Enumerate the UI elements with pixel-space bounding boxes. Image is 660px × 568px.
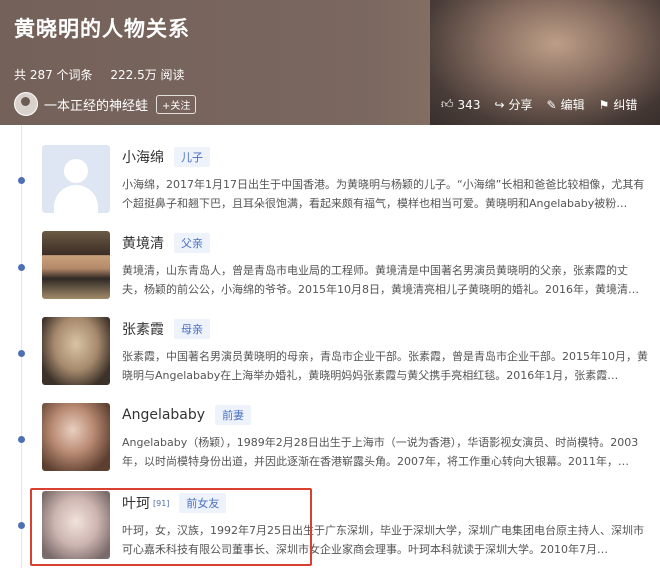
name-row: 黄境清 父亲 xyxy=(122,233,210,253)
like-count: 343 xyxy=(457,97,481,112)
avatar[interactable] xyxy=(14,92,38,116)
timeline-dot xyxy=(18,350,25,357)
highlight-box xyxy=(30,488,312,566)
flag-icon: ⚑ xyxy=(598,97,610,112)
read-count: 222.5万 阅读 xyxy=(110,68,185,82)
relation-tag: 父亲 xyxy=(174,233,210,253)
person-photo[interactable] xyxy=(42,317,110,385)
edit-label: 编辑 xyxy=(560,98,585,112)
timeline-dot xyxy=(18,177,25,184)
relation-tag: 儿子 xyxy=(174,147,210,167)
person-description: 小海绵，2017年1月17日出生于中国香港。为黄晓明与杨颖的儿子。“小海绵”长相… xyxy=(122,178,645,210)
person-name[interactable]: 黄境清 xyxy=(122,233,164,253)
person-description: Angelababy（杨颖），1989年2月28日出生于上海市（一说为香港），华… xyxy=(122,436,639,468)
thumbs-up-icon: 👍︎ xyxy=(441,97,454,111)
timeline-dot xyxy=(18,436,25,443)
relation-list: 小海绵 儿子 小海绵，2017年1月17日出生于中国香港。为黄晓明与杨颖的儿子。… xyxy=(0,125,660,568)
person-name[interactable]: Angelababy xyxy=(122,407,205,423)
person-photo[interactable] xyxy=(42,403,110,471)
timeline-line xyxy=(21,125,22,568)
person-photo[interactable] xyxy=(42,145,110,213)
timeline-dot xyxy=(18,264,25,271)
page-title: 黄晓明的人物关系 xyxy=(14,17,190,41)
name-row: 张素霞 母亲 xyxy=(122,319,210,339)
name-row: 小海绵 儿子 xyxy=(122,147,210,167)
person-description: 张素霞，中国著名男演员黄晓明的母亲，青岛市企业干部。张素霞，曾是青岛市企业干部。… xyxy=(122,350,648,382)
share-button[interactable]: ↪ 分享 xyxy=(494,96,532,113)
person-name[interactable]: 小海绵 xyxy=(122,147,164,167)
name-row: Angelababy 前妻 xyxy=(122,405,252,425)
like-button[interactable]: 👍︎ 343 xyxy=(441,96,480,113)
report-button[interactable]: ⚑ 纠错 xyxy=(599,96,638,113)
action-bar: 👍︎ 343 ↪ 分享 ✎ 编辑 ⚑ 纠错 xyxy=(441,96,637,113)
report-label: 纠错 xyxy=(613,98,638,112)
entry-count: 共 287 个词条 xyxy=(14,68,93,82)
relation-tag: 前妻 xyxy=(215,405,252,425)
person-name[interactable]: 张素霞 xyxy=(122,319,164,339)
author-row: 一本正经的神经蛙 +关注 xyxy=(14,92,197,116)
timeline-dot xyxy=(18,522,25,529)
pencil-icon: ✎ xyxy=(546,97,557,112)
header-banner: 黄晓明的人物关系 共 287 个词条 222.5万 阅读 一本正经的神经蛙 +关… xyxy=(0,0,660,125)
person-photo[interactable] xyxy=(42,231,110,299)
author-name[interactable]: 一本正经的神经蛙 xyxy=(44,95,148,114)
edit-button[interactable]: ✎ 编辑 xyxy=(547,96,585,113)
relation-tag: 母亲 xyxy=(174,319,210,339)
person-description: 黄境清，山东青岛人，曾是青岛市电业局的工程师。黄境清是中国著名男演员黄晓明的父亲… xyxy=(122,264,639,296)
stats-row: 共 287 个词条 222.5万 阅读 xyxy=(14,66,199,83)
share-icon: ↪ xyxy=(494,97,505,112)
share-label: 分享 xyxy=(508,98,533,112)
follow-button[interactable]: +关注 xyxy=(156,94,197,114)
